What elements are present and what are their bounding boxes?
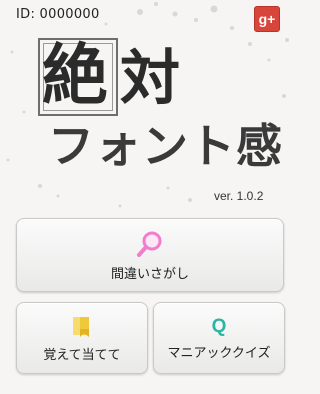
app-logo: 絶 対 フォント感 — [0, 34, 300, 184]
logo-kanji-boxed: 絶 — [42, 36, 108, 114]
spot-the-difference-button[interactable]: 間違いさがし — [16, 218, 284, 292]
logo-kanji-plain: 対 — [120, 44, 180, 114]
google-plus-icon: g+ — [258, 11, 276, 27]
logo-subtitle: フォント感 — [48, 119, 283, 173]
top-bar: ID: 0000000 g+ — [0, 0, 300, 34]
user-id-label: ID: 0000000 — [16, 7, 100, 22]
spot-the-difference-label: 間違いさがし — [110, 266, 189, 282]
version-label: ver. 1.0.2 — [214, 189, 264, 203]
flag-icon — [73, 316, 89, 337]
mania-quiz-button[interactable]: Q マニアッククイズ — [153, 302, 285, 374]
q-icon: Q — [211, 315, 227, 337]
google-plus-button[interactable]: g+ — [254, 6, 280, 32]
magnifier-icon — [137, 231, 162, 257]
mania-quiz-label: マニアッククイズ — [167, 345, 271, 361]
memorize-guess-label: 覚えて当てて — [43, 347, 121, 363]
memorize-guess-button[interactable]: 覚えて当てて — [16, 302, 148, 374]
